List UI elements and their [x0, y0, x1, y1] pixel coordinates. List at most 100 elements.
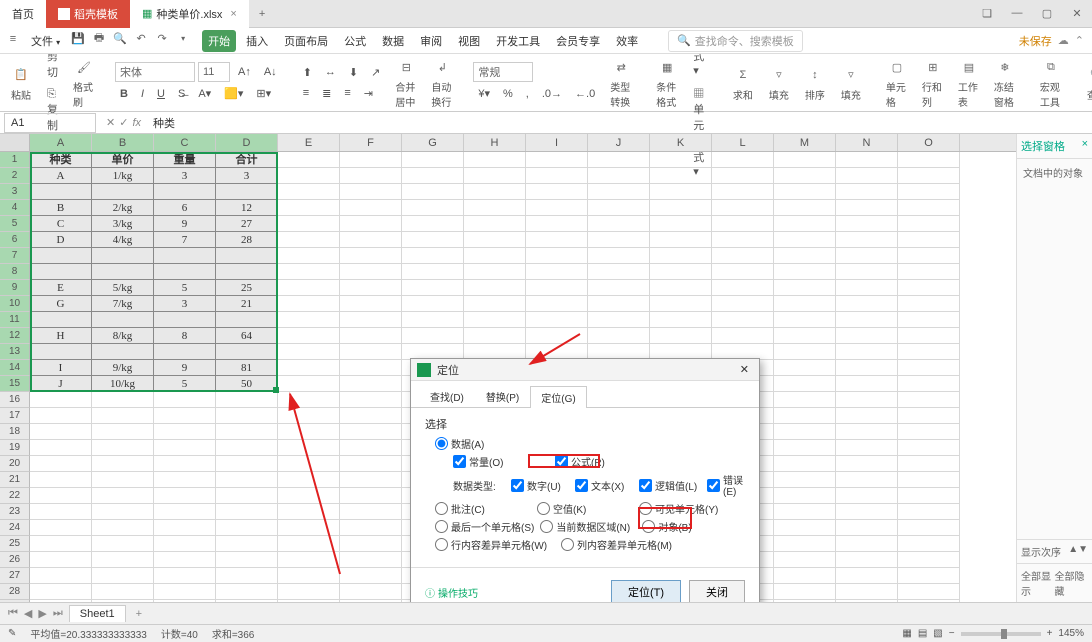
cell[interactable] — [836, 264, 898, 280]
cell[interactable] — [588, 328, 650, 344]
cell[interactable] — [836, 408, 898, 424]
cell[interactable] — [774, 488, 836, 504]
cell[interactable] — [216, 392, 278, 408]
row-header-13[interactable]: 13 — [0, 344, 30, 360]
cell[interactable] — [650, 216, 712, 232]
cell[interactable] — [340, 216, 402, 232]
cell[interactable] — [154, 600, 216, 602]
cell[interactable] — [526, 200, 588, 216]
cell[interactable] — [216, 536, 278, 552]
cell[interactable] — [464, 152, 526, 168]
cell[interactable] — [836, 168, 898, 184]
col-header-L[interactable]: L — [712, 134, 774, 151]
cell[interactable]: C — [30, 216, 92, 232]
paste-button[interactable]: 📋粘贴 — [6, 62, 36, 104]
sheet-prev-icon[interactable]: ◀ — [22, 607, 34, 620]
orientation-button[interactable]: ↗ — [366, 63, 385, 82]
undo-icon[interactable]: ↶ — [132, 30, 150, 48]
cell[interactable] — [30, 424, 92, 440]
menu-formula[interactable]: 公式 — [338, 30, 372, 52]
radio-blank[interactable]: 空值(K) — [537, 501, 586, 516]
cell[interactable] — [650, 168, 712, 184]
cell[interactable] — [836, 488, 898, 504]
cell[interactable] — [278, 312, 340, 328]
cell[interactable] — [588, 184, 650, 200]
cell[interactable]: 9 — [154, 360, 216, 376]
cell[interactable]: 12 — [216, 200, 278, 216]
cell[interactable] — [402, 296, 464, 312]
menu-data[interactable]: 数据 — [376, 30, 410, 52]
cell[interactable] — [30, 568, 92, 584]
cell[interactable] — [836, 296, 898, 312]
currency-button[interactable]: ¥▾ — [473, 84, 495, 103]
cell[interactable] — [464, 264, 526, 280]
cell[interactable] — [526, 184, 588, 200]
cell[interactable] — [216, 184, 278, 200]
name-box[interactable]: A1 — [4, 113, 96, 133]
cell[interactable] — [30, 312, 92, 328]
show-all-button[interactable]: 全部显示 — [1021, 568, 1055, 598]
file-tab-active[interactable]: ▦种类单价.xlsx× — [130, 0, 249, 28]
cell[interactable] — [898, 168, 960, 184]
cell[interactable] — [278, 200, 340, 216]
cell[interactable] — [154, 424, 216, 440]
sum-button[interactable]: Σ求和 — [728, 62, 758, 104]
cell[interactable] — [92, 488, 154, 504]
zoom-slider[interactable] — [961, 632, 1041, 636]
cell[interactable] — [464, 168, 526, 184]
cell[interactable] — [712, 200, 774, 216]
cell[interactable] — [216, 584, 278, 600]
cell[interactable] — [278, 568, 340, 584]
cell[interactable] — [526, 264, 588, 280]
cell[interactable] — [774, 536, 836, 552]
row-header-20[interactable]: 20 — [0, 456, 30, 472]
cell[interactable] — [898, 504, 960, 520]
cell[interactable] — [278, 360, 340, 376]
cell[interactable] — [774, 504, 836, 520]
type-convert-button[interactable]: ⇄类型转换 — [606, 54, 636, 111]
row-header-7[interactable]: 7 — [0, 248, 30, 264]
cell[interactable]: 合计 — [216, 152, 278, 168]
cell[interactable] — [464, 232, 526, 248]
sheet-next-icon[interactable]: ▶ — [36, 607, 48, 620]
cell[interactable] — [154, 504, 216, 520]
command-search[interactable]: 🔍 查找命令、搜索模板 — [668, 30, 803, 52]
cell[interactable]: 9/kg — [92, 360, 154, 376]
row-header-12[interactable]: 12 — [0, 328, 30, 344]
cell[interactable] — [712, 184, 774, 200]
align-right-button[interactable]: ≡ — [339, 84, 355, 102]
cell[interactable] — [402, 264, 464, 280]
cell[interactable] — [712, 280, 774, 296]
cell[interactable] — [836, 200, 898, 216]
cell[interactable] — [92, 504, 154, 520]
cell[interactable] — [712, 328, 774, 344]
col-header-K[interactable]: K — [650, 134, 712, 151]
cell[interactable]: 重量 — [154, 152, 216, 168]
col-header-F[interactable]: F — [340, 134, 402, 151]
cell[interactable] — [278, 264, 340, 280]
cell[interactable] — [774, 200, 836, 216]
cell[interactable] — [898, 552, 960, 568]
select-all-corner[interactable] — [0, 134, 30, 151]
row-header-24[interactable]: 24 — [0, 520, 30, 536]
row-col-button[interactable]: ⊞行和列 — [918, 54, 948, 111]
cell[interactable]: 8 — [154, 328, 216, 344]
cell[interactable] — [92, 184, 154, 200]
col-header-E[interactable]: E — [278, 134, 340, 151]
cell[interactable] — [836, 376, 898, 392]
cell[interactable] — [278, 408, 340, 424]
cell[interactable]: 种类 — [30, 152, 92, 168]
new-tab-button[interactable]: + — [249, 8, 275, 20]
sheet-last-icon[interactable]: ⏭ — [51, 607, 65, 620]
zoom-out-button[interactable]: − — [949, 628, 955, 639]
collapse-ribbon-icon[interactable]: ⌃ — [1075, 34, 1084, 47]
cell[interactable] — [340, 408, 402, 424]
underline-button[interactable]: U — [152, 85, 170, 103]
cell[interactable] — [216, 520, 278, 536]
cell[interactable] — [526, 312, 588, 328]
cell[interactable]: 9 — [154, 216, 216, 232]
cell[interactable] — [92, 568, 154, 584]
cell[interactable] — [898, 296, 960, 312]
cell[interactable] — [154, 408, 216, 424]
cell[interactable] — [154, 472, 216, 488]
